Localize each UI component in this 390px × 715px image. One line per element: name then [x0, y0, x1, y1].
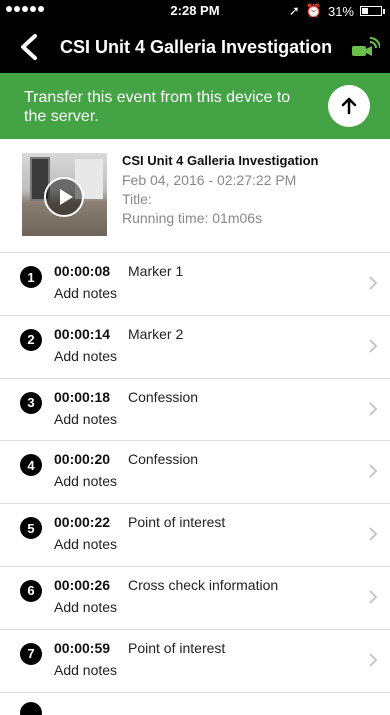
- marker-number-badge: 6: [20, 579, 42, 602]
- add-notes-link[interactable]: Add notes: [54, 348, 117, 364]
- marker-number-badge: 4: [20, 454, 42, 477]
- marker-number-badge-partial: [20, 702, 42, 715]
- event-running-time: Running time: 01m06s: [122, 210, 263, 226]
- top-bar: 2:28 PM ➚ ⏰ 31% CSI Unit 4 Galleria Inve…: [0, 0, 390, 73]
- chevron-left-icon: [21, 34, 37, 60]
- camera-connected-icon[interactable]: [350, 36, 380, 60]
- chevron-right-icon: [369, 276, 378, 290]
- battery-percent: 31%: [327, 3, 354, 19]
- add-notes-link[interactable]: Add notes: [54, 411, 117, 427]
- marker-time: 00:00:22: [54, 514, 111, 531]
- back-button[interactable]: [12, 30, 46, 64]
- marker-label: Confession: [128, 388, 199, 405]
- marker-label: Marker 2: [128, 325, 184, 342]
- marker-time: 00:00:14: [54, 325, 111, 342]
- marker-row[interactable]: 3 00:00:18 Confession Add notes: [0, 379, 390, 442]
- marker-label: Marker 1: [128, 263, 184, 279]
- add-notes-link[interactable]: Add notes: [54, 536, 117, 552]
- marker-label: Point of interest: [128, 639, 226, 656]
- add-notes-link[interactable]: Add notes: [54, 662, 117, 678]
- play-icon[interactable]: [44, 177, 84, 217]
- event-title-label: Title:: [122, 191, 152, 207]
- location-icon: ➚: [288, 3, 300, 18]
- chevron-right-icon: [369, 401, 378, 416]
- marker-time: 00:00:08: [54, 263, 111, 279]
- add-notes-link[interactable]: Add notes: [54, 285, 117, 301]
- marker-number-badge: 7: [20, 642, 42, 665]
- marker-number-badge: 3: [20, 391, 42, 414]
- video-thumbnail[interactable]: [22, 153, 107, 236]
- marker-number-badge: 2: [20, 328, 42, 351]
- event-title: CSI Unit 4 Galleria Investigation: [122, 153, 319, 168]
- upload-button[interactable]: [328, 85, 370, 127]
- marker-time: 00:00:18: [54, 388, 111, 405]
- nav-bar: CSI Unit 4 Galleria Investigation: [0, 22, 390, 73]
- status-bar: 2:28 PM ➚ ⏰ 31%: [0, 0, 390, 20]
- add-notes-link[interactable]: Add notes: [54, 599, 117, 615]
- marker-time: 00:00:26: [54, 576, 111, 593]
- marker-row[interactable]: 5 00:00:22 Point of interest Add notes: [0, 504, 390, 567]
- event-summary: CSI Unit 4 Galleria Investigation Feb 04…: [0, 139, 390, 253]
- transfer-text: Transfer this event from this device to …: [24, 89, 291, 125]
- marker-row[interactable]: 7 00:00:59 Point of interest Add notes: [0, 630, 390, 693]
- marker-row[interactable]: 1 00:00:08 Marker 1 Add notes: [0, 253, 390, 316]
- chevron-right-icon: [369, 527, 378, 541]
- chevron-right-icon: [369, 464, 378, 479]
- page-title: CSI Unit 4 Galleria Investigation: [60, 37, 333, 57]
- marker-label: Point of interest: [128, 514, 226, 531]
- chevron-right-icon: [369, 590, 378, 604]
- marker-time: 00:00:20: [54, 451, 111, 468]
- status-right: ➚ ⏰ 31%: [288, 3, 385, 19]
- marker-time: 00:00:59: [54, 639, 111, 656]
- marker-row[interactable]: 6 00:00:26 Cross check information Add n…: [0, 567, 390, 630]
- event-info: CSI Unit 4 Galleria Investigation Feb 04…: [122, 153, 382, 228]
- transfer-banner[interactable]: Transfer this event from this device to …: [0, 73, 390, 139]
- battery-icon: [360, 6, 385, 16]
- marker-number-badge: 1: [20, 266, 42, 288]
- arrow-up-icon: [341, 97, 357, 115]
- marker-label: Cross check information: [128, 576, 279, 593]
- add-notes-link[interactable]: Add notes: [54, 473, 117, 489]
- marker-list: 1 00:00:08 Marker 1 Add notes 2 00:00:14…: [0, 253, 390, 693]
- marker-row[interactable]: 2 00:00:14 Marker 2 Add notes: [0, 316, 390, 379]
- event-date: Feb 04, 2016 - 02:27:22 PM: [122, 172, 297, 188]
- marker-label: Confession: [128, 451, 199, 468]
- chevron-right-icon: [369, 653, 378, 667]
- marker-row[interactable]: 4 00:00:20 Confession Add notes: [0, 441, 390, 505]
- chevron-right-icon: [369, 339, 378, 353]
- alarm-icon: ⏰: [305, 3, 322, 18]
- marker-number-badge: 5: [20, 517, 42, 540]
